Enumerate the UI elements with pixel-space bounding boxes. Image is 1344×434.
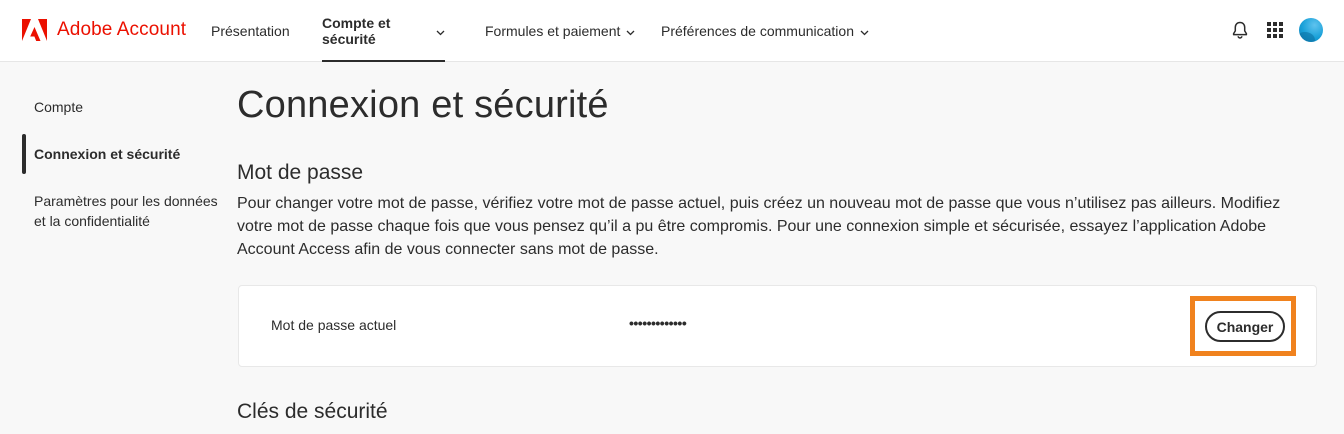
current-password-card: Mot de passe actuel ••••••••••••• <box>238 285 1317 367</box>
chevron-down-icon <box>860 23 869 39</box>
sidebar-item-label: Compte <box>34 99 84 115</box>
apps-grid-icon[interactable] <box>1263 18 1287 42</box>
nav-compte-et-securite[interactable]: Compte et sécurité <box>322 0 445 62</box>
password-section-description: Pour changer votre mot de passe, vérifie… <box>237 195 1281 258</box>
chevron-down-icon <box>626 23 635 39</box>
password-section-title: Mot de passe <box>237 161 364 184</box>
sidebar-item-connexion-et-securite[interactable]: Connexion et sécurité <box>34 144 180 164</box>
sidebar-active-indicator <box>22 134 26 174</box>
chevron-down-icon <box>436 23 445 39</box>
page-title: Connexion et sécurité <box>237 84 609 126</box>
current-password-label: Mot de passe actuel <box>271 317 397 333</box>
brand-logo-link[interactable]: Adobe Account <box>22 19 186 41</box>
active-tab-indicator <box>322 60 445 62</box>
nav-label: Présentation <box>211 23 290 39</box>
sidebar-item-label-line2: et la confidentialité <box>34 213 150 229</box>
security-keys-section-title: Clés de sécurité <box>237 400 388 423</box>
change-password-button[interactable]: Changer <box>1205 311 1285 342</box>
bell-icon[interactable] <box>1228 18 1252 42</box>
nav-presentation[interactable]: Présentation <box>211 0 290 62</box>
avatar[interactable] <box>1299 18 1323 42</box>
nav-preferences-de-communication[interactable]: Préférences de communication <box>661 0 869 62</box>
nav-formules-et-paiement[interactable]: Formules et paiement <box>485 0 635 62</box>
current-password-value: ••••••••••••• <box>629 315 687 331</box>
top-navigation-bar: Adobe Account Présentation Compte et séc… <box>0 0 1344 62</box>
nav-label: Compte et sécurité <box>322 15 391 47</box>
sidebar-item-label: Paramètres pour les données <box>34 193 218 209</box>
sidebar-item-donnees-confidentialite[interactable]: Paramètres pour les données et la confid… <box>34 191 218 231</box>
brand-name: Adobe Account <box>57 19 187 40</box>
nav-label: Formules et paiement <box>485 23 621 39</box>
sidebar-item-compte[interactable]: Compte <box>34 97 83 117</box>
sidebar-item-label: Connexion et sécurité <box>34 146 181 162</box>
nav-label: Préférences de communication <box>661 23 854 39</box>
adobe-logo-icon <box>22 19 47 41</box>
